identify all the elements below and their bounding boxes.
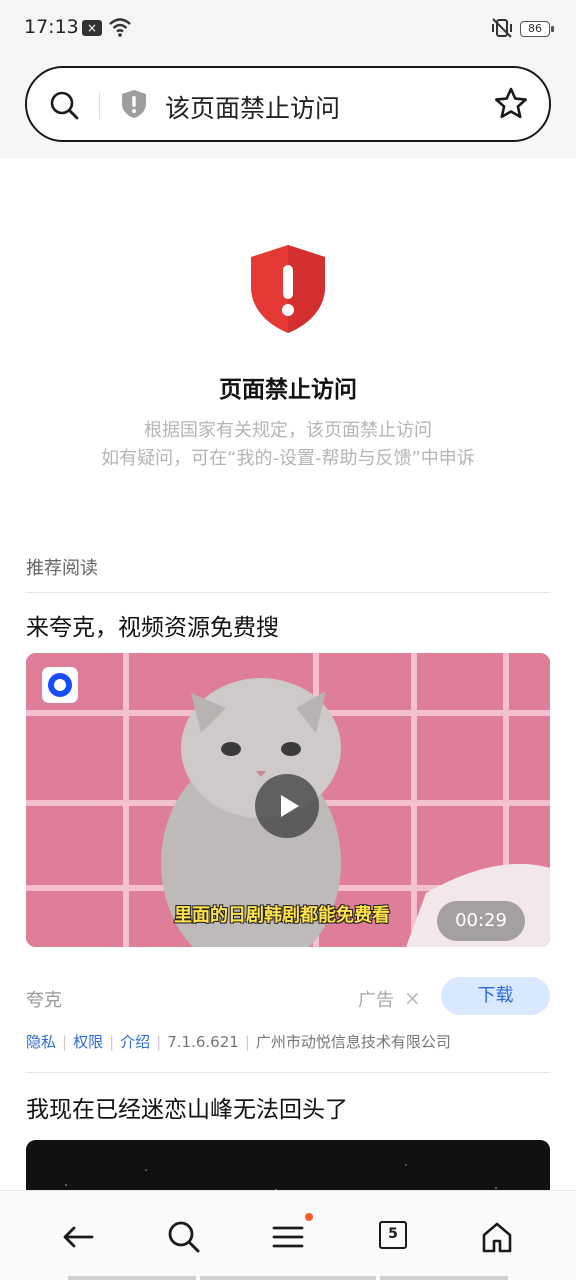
address-text[interactable]: 该页面禁止访问	[165, 89, 340, 125]
back-icon[interactable]	[60, 1219, 96, 1255]
ad-app-name: 夸克	[26, 990, 62, 1011]
ad-tag: 广告	[358, 990, 394, 1011]
video-subtitle: 里面的日剧韩剧都能免费看	[174, 905, 390, 926]
play-icon[interactable]	[255, 774, 319, 838]
blocked-message-line2: 如有疑问，可在“我的-设置-帮助与反馈”中申诉	[101, 448, 475, 469]
status-time: 17:13	[24, 16, 79, 38]
address-bar-container: 该页面禁止访问	[0, 56, 576, 158]
menu-icon[interactable]	[270, 1219, 306, 1255]
bottom-nav	[0, 1190, 576, 1280]
search-icon[interactable]	[166, 1219, 202, 1255]
home-indicator	[0, 1276, 576, 1280]
privacy-link[interactable]: 隐私	[26, 1033, 56, 1051]
download-button[interactable]: 下载	[441, 977, 550, 1015]
blocked-message-line1: 根据国家有关规定，该页面禁止访问	[144, 420, 432, 441]
status-bar: 17:13 × 86	[0, 0, 576, 56]
ad-title[interactable]: 来夸克，视频资源免费搜	[26, 608, 279, 642]
divider	[26, 592, 550, 593]
ad-meta-row: 隐私 | 权限 | 介绍 | 7.1.6.621 | 广州市动悦信息技术有限公司	[26, 1033, 451, 1051]
address-divider	[99, 92, 100, 118]
home-icon[interactable]	[479, 1219, 515, 1255]
divider	[26, 1072, 550, 1073]
star-icon[interactable]	[493, 86, 529, 122]
quark-app-icon	[42, 667, 78, 703]
warning-shield-icon	[251, 245, 325, 333]
notification-x-icon: ×	[82, 20, 102, 36]
app-version: 7.1.6.621	[167, 1033, 239, 1051]
ad-video[interactable]: 里面的日剧韩剧都能免费看 00:29	[26, 653, 550, 947]
recommend-label: 推荐阅读	[26, 558, 98, 579]
tabs-icon[interactable]: 5	[379, 1221, 407, 1249]
close-icon[interactable]: ×	[404, 986, 421, 1010]
battery-icon: 86	[520, 21, 554, 37]
shield-icon[interactable]	[120, 88, 148, 120]
blocked-title: 页面禁止访问	[219, 377, 357, 403]
notification-dot	[305, 1213, 313, 1221]
intro-link[interactable]: 介绍	[120, 1033, 150, 1051]
permissions-link[interactable]: 权限	[73, 1033, 103, 1051]
video-duration: 00:29	[437, 901, 525, 941]
vibrate-icon	[492, 18, 512, 38]
search-icon[interactable]	[49, 90, 81, 122]
address-bar[interactable]: 该页面禁止访问	[25, 66, 551, 142]
article-title[interactable]: 我现在已经迷恋山峰无法回头了	[26, 1090, 348, 1124]
wifi-icon	[109, 18, 131, 37]
company-name: 广州市动悦信息技术有限公司	[255, 1033, 451, 1051]
